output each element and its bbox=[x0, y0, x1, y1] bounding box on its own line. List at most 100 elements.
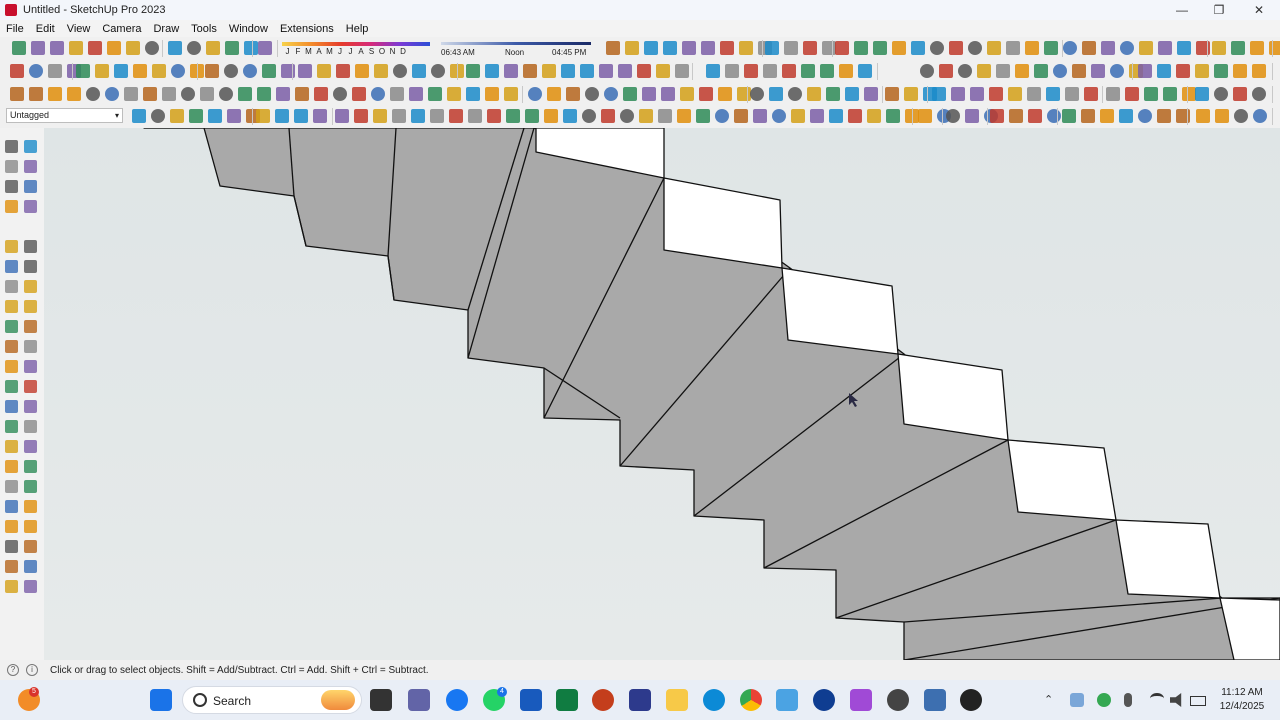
file-explorer-icon[interactable] bbox=[666, 689, 688, 711]
toolbar-tool-icon[interactable] bbox=[1250, 41, 1264, 55]
toolbar-tool-icon[interactable] bbox=[977, 64, 991, 78]
toolbar-tool-icon[interactable] bbox=[1008, 87, 1022, 101]
toolbar-tool-icon[interactable] bbox=[244, 41, 258, 55]
toolbar-tool-icon[interactable] bbox=[152, 64, 166, 78]
toolbar-tool-icon[interactable] bbox=[1084, 87, 1098, 101]
toolbar-tool-icon[interactable] bbox=[31, 41, 45, 55]
toolbar-tool-icon[interactable] bbox=[904, 87, 918, 101]
toolbar-tool-icon[interactable] bbox=[171, 64, 185, 78]
drawing-tool-icon[interactable] bbox=[5, 180, 18, 193]
toolbar-tool-icon[interactable] bbox=[1063, 41, 1077, 55]
toolbar-tool-icon[interactable] bbox=[642, 87, 656, 101]
toolbar-tool-icon[interactable] bbox=[219, 87, 233, 101]
toolbar-tool-icon[interactable] bbox=[858, 64, 872, 78]
drawing-tool-icon[interactable] bbox=[5, 480, 18, 493]
windows-start-icon[interactable] bbox=[150, 689, 172, 711]
toolbar-tool-icon[interactable] bbox=[835, 41, 849, 55]
toolbar-tool-icon[interactable] bbox=[1015, 64, 1029, 78]
toolbar-tool-icon[interactable] bbox=[864, 87, 878, 101]
menu-extensions[interactable]: Extensions bbox=[274, 23, 340, 35]
menu-draw[interactable]: Draw bbox=[147, 23, 185, 35]
toolbar-tool-icon[interactable] bbox=[168, 41, 182, 55]
toolbar-tool-icon[interactable] bbox=[734, 109, 748, 123]
toolbar-tool-icon[interactable] bbox=[801, 64, 815, 78]
toolbar-tool-icon[interactable] bbox=[69, 41, 83, 55]
drawing-tool-icon[interactable] bbox=[5, 580, 18, 593]
toolbar-tool-icon[interactable] bbox=[620, 109, 634, 123]
toolbar-tool-icon[interactable] bbox=[989, 87, 1003, 101]
drawing-tool-icon[interactable] bbox=[24, 480, 37, 493]
toolbar-tool-icon[interactable] bbox=[658, 109, 672, 123]
toolbar-tool-icon[interactable] bbox=[763, 64, 777, 78]
app-t-icon[interactable] bbox=[813, 689, 835, 711]
toolbar-tool-icon[interactable] bbox=[393, 64, 407, 78]
toolbar-tool-icon[interactable] bbox=[1044, 41, 1058, 55]
toolbar-tool-icon[interactable] bbox=[765, 41, 779, 55]
toolbar-tool-icon[interactable] bbox=[725, 64, 739, 78]
toolbar-tool-icon[interactable] bbox=[95, 64, 109, 78]
toolbar-tool-icon[interactable] bbox=[162, 87, 176, 101]
drawing-tool-icon[interactable] bbox=[24, 260, 37, 273]
drawing-tool-icon[interactable] bbox=[5, 160, 18, 173]
drawing-tool-icon[interactable] bbox=[24, 160, 37, 173]
toolbar-tool-icon[interactable] bbox=[1053, 64, 1067, 78]
toolbar-tool-icon[interactable] bbox=[739, 41, 753, 55]
toolbar-tool-icon[interactable] bbox=[544, 109, 558, 123]
toolbar-tool-icon[interactable] bbox=[715, 109, 729, 123]
toolbar-tool-icon[interactable] bbox=[132, 109, 146, 123]
wifi-icon[interactable] bbox=[1150, 693, 1164, 704]
toolbar-tool-icon[interactable] bbox=[487, 109, 501, 123]
edge-icon[interactable] bbox=[703, 689, 725, 711]
instructor-info-icon[interactable]: i bbox=[26, 664, 38, 676]
toolbar-tool-icon[interactable] bbox=[1101, 41, 1115, 55]
toolbar-tool-icon[interactable] bbox=[772, 109, 786, 123]
toolbar-tool-icon[interactable] bbox=[525, 109, 539, 123]
toolbar-tool-icon[interactable] bbox=[1214, 87, 1228, 101]
toolbar-tool-icon[interactable] bbox=[412, 64, 426, 78]
toolbar-tool-icon[interactable] bbox=[1182, 87, 1196, 101]
menu-camera[interactable]: Camera bbox=[96, 23, 147, 35]
drawing-tool-icon[interactable] bbox=[5, 340, 18, 353]
toolbar-tool-icon[interactable] bbox=[854, 41, 868, 55]
toolbar-tool-icon[interactable] bbox=[447, 87, 461, 101]
toolbar-tool-icon[interactable] bbox=[86, 87, 100, 101]
toolbar-tool-icon[interactable] bbox=[243, 64, 257, 78]
toolbar-tool-icon[interactable] bbox=[227, 109, 241, 123]
toolbar-tool-icon[interactable] bbox=[114, 64, 128, 78]
toolbar-tool-icon[interactable] bbox=[604, 87, 618, 101]
toolbar-tool-icon[interactable] bbox=[949, 41, 963, 55]
toolbar-tool-icon[interactable] bbox=[76, 64, 90, 78]
toolbar-tool-icon[interactable] bbox=[810, 109, 824, 123]
toolbar-tool-icon[interactable] bbox=[1120, 41, 1134, 55]
toolbar-tool-icon[interactable] bbox=[1025, 41, 1039, 55]
sync-icon[interactable] bbox=[1097, 693, 1111, 707]
snipping-tool-icon[interactable] bbox=[776, 689, 798, 711]
toolbar-tool-icon[interactable] bbox=[718, 87, 732, 101]
toolbar-tool-icon[interactable] bbox=[1009, 109, 1023, 123]
toolbar-tool-icon[interactable] bbox=[1157, 64, 1171, 78]
toolbar-tool-icon[interactable] bbox=[409, 87, 423, 101]
toolbar-tool-icon[interactable] bbox=[1176, 64, 1190, 78]
toolbar-tool-icon[interactable] bbox=[431, 64, 445, 78]
drawing-tool-icon[interactable] bbox=[24, 440, 37, 453]
toolbar-tool-icon[interactable] bbox=[661, 87, 675, 101]
toolbar-tool-icon[interactable] bbox=[449, 109, 463, 123]
drawing-tool-icon[interactable] bbox=[24, 140, 37, 153]
toolbar-tool-icon[interactable] bbox=[892, 41, 906, 55]
toolbar-tool-icon[interactable] bbox=[580, 64, 594, 78]
drawing-tool-icon[interactable] bbox=[24, 400, 37, 413]
toolbar-tool-icon[interactable] bbox=[930, 41, 944, 55]
toolbar-tool-icon[interactable] bbox=[1231, 41, 1245, 55]
toolbar-tool-icon[interactable] bbox=[606, 41, 620, 55]
toolbar-tool-icon[interactable] bbox=[126, 41, 140, 55]
toolbar-tool-icon[interactable] bbox=[1027, 87, 1041, 101]
toolbar-tool-icon[interactable] bbox=[1110, 64, 1124, 78]
shadow-time-slider[interactable]: 06:43 AM Noon 04:45 PM bbox=[441, 40, 591, 58]
toolbar-tool-icon[interactable] bbox=[968, 41, 982, 55]
toolbar-tool-icon[interactable] bbox=[737, 87, 751, 101]
geo-location-icon[interactable]: ? bbox=[7, 664, 19, 676]
excel-icon[interactable] bbox=[556, 689, 578, 711]
toolbar-tool-icon[interactable] bbox=[911, 41, 925, 55]
toolbar-tool-icon[interactable] bbox=[1215, 109, 1229, 123]
toolbar-tool-icon[interactable] bbox=[200, 87, 214, 101]
